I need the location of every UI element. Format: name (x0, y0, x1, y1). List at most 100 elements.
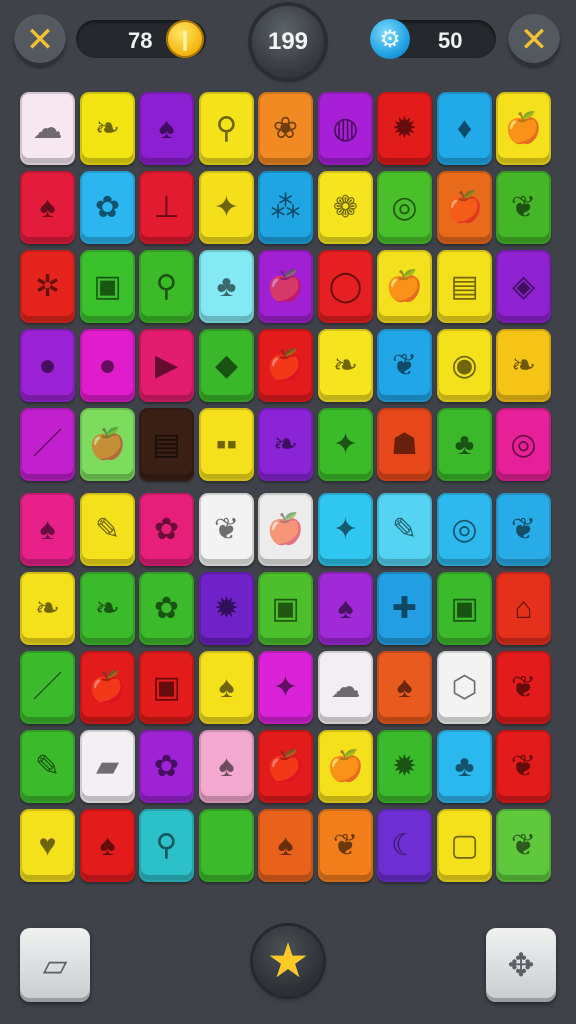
tile[interactable]: ♠ (139, 92, 194, 165)
tile[interactable]: ♠ (20, 171, 75, 244)
tile[interactable]: 🍎 (80, 408, 135, 481)
tile[interactable]: ♠ (318, 572, 373, 645)
tile[interactable]: ❧ (496, 329, 551, 402)
tile[interactable]: ▪▪ (199, 408, 254, 481)
tile[interactable]: ／ (20, 408, 75, 481)
tile[interactable]: ⬡ (437, 651, 492, 724)
eraser-button[interactable]: ▱ (20, 928, 90, 1002)
tile[interactable]: ☁ (20, 92, 75, 165)
tile[interactable]: 🍎 (258, 493, 313, 566)
tile[interactable]: 🍎 (258, 250, 313, 323)
tile[interactable]: ♦ (437, 92, 492, 165)
tile[interactable]: ✿ (139, 493, 194, 566)
tile[interactable]: ❧ (318, 329, 373, 402)
tile[interactable]: ▶ (139, 329, 194, 402)
tile[interactable]: 🍎 (318, 730, 373, 803)
star-button[interactable]: ★ (253, 926, 323, 996)
tile[interactable]: ▤ (139, 408, 194, 481)
tile[interactable]: ✦ (318, 493, 373, 566)
tile[interactable]: 🍎 (258, 329, 313, 402)
tile[interactable]: ✦ (199, 171, 254, 244)
tile[interactable]: ❦ (377, 329, 432, 402)
tile[interactable]: ✎ (20, 730, 75, 803)
shuffle-button[interactable]: ✥ (486, 928, 556, 1002)
tile[interactable]: ✿ (139, 572, 194, 645)
tile[interactable]: ♠ (199, 651, 254, 724)
tile[interactable]: ❧ (80, 572, 135, 645)
tile[interactable]: ❦ (496, 493, 551, 566)
tile[interactable]: 🍎 (258, 730, 313, 803)
tile[interactable]: ❦ (496, 809, 551, 882)
gear-icon[interactable]: ⚙ (370, 19, 410, 59)
tile[interactable]: ⚲ (139, 250, 194, 323)
tile[interactable]: ✹ (377, 730, 432, 803)
tile[interactable]: ♣ (437, 730, 492, 803)
tile[interactable]: ◆ (199, 329, 254, 402)
tile[interactable]: ⊥ (139, 171, 194, 244)
tile[interactable]: ❦ (496, 171, 551, 244)
tile-icon: ✿ (94, 190, 121, 224)
tile[interactable]: ♠ (258, 809, 313, 882)
tile-icon: ❧ (510, 348, 537, 382)
tile[interactable]: ☾ (377, 809, 432, 882)
tile[interactable]: ♠ (20, 493, 75, 566)
tile[interactable]: ✹ (377, 92, 432, 165)
tile[interactable]: ● (80, 329, 135, 402)
close-right-button[interactable]: ✕ (508, 14, 560, 66)
tile[interactable]: ◍ (318, 92, 373, 165)
tile[interactable]: ✿ (80, 171, 135, 244)
tile[interactable]: ▣ (139, 651, 194, 724)
tile[interactable]: ⌂ (496, 572, 551, 645)
tile[interactable]: ◈ (496, 250, 551, 323)
tile[interactable]: ◉ (437, 329, 492, 402)
tile[interactable]: ❧ (20, 572, 75, 645)
tile[interactable]: ◯ (318, 250, 373, 323)
tile[interactable]: ✎ (80, 493, 135, 566)
tile[interactable]: ／ (20, 651, 75, 724)
tile[interactable]: ❦ (199, 493, 254, 566)
tile[interactable]: ✿ (139, 730, 194, 803)
tile[interactable]: ▣ (80, 250, 135, 323)
tile[interactable] (199, 809, 254, 882)
tile[interactable]: ✦ (318, 408, 373, 481)
tile[interactable]: ▣ (437, 572, 492, 645)
tile[interactable]: ☁ (318, 651, 373, 724)
tile[interactable]: ♣ (437, 408, 492, 481)
tile[interactable]: ⁂ (258, 171, 313, 244)
tile[interactable]: 🍎 (496, 92, 551, 165)
tile[interactable]: ⚲ (199, 92, 254, 165)
tile[interactable]: ♠ (377, 651, 432, 724)
tile[interactable]: ● (20, 329, 75, 402)
tile[interactable]: ▰ (80, 730, 135, 803)
tile[interactable]: ☗ (377, 408, 432, 481)
tile[interactable]: ❦ (318, 809, 373, 882)
tile[interactable]: ❧ (258, 408, 313, 481)
tile[interactable]: 🍎 (437, 171, 492, 244)
tile[interactable]: 🍎 (377, 250, 432, 323)
tile[interactable]: ▣ (258, 572, 313, 645)
tile-icon: ▰ (95, 749, 120, 783)
tile[interactable]: ❀ (258, 92, 313, 165)
tile[interactable]: ❦ (496, 651, 551, 724)
tile-icon: ✹ (213, 591, 240, 625)
tile[interactable]: ♠ (80, 809, 135, 882)
tile[interactable]: ❦ (496, 730, 551, 803)
tile[interactable]: ◎ (437, 493, 492, 566)
tile[interactable]: ✚ (377, 572, 432, 645)
tile[interactable]: ⚲ (139, 809, 194, 882)
tile[interactable]: ♣ (199, 250, 254, 323)
close-left-button[interactable]: ✕ (14, 14, 66, 66)
tile[interactable]: ▤ (437, 250, 492, 323)
tile[interactable]: 🍎 (80, 651, 135, 724)
tile[interactable]: ✦ (258, 651, 313, 724)
tile[interactable]: ◎ (496, 408, 551, 481)
tile[interactable]: ▢ (437, 809, 492, 882)
tile[interactable]: ◎ (377, 171, 432, 244)
tile[interactable]: ✲ (20, 250, 75, 323)
tile[interactable]: ♥ (20, 809, 75, 882)
tile[interactable]: ♠ (199, 730, 254, 803)
tile[interactable]: ✎ (377, 493, 432, 566)
tile[interactable]: ❁ (318, 171, 373, 244)
tile[interactable]: ❧ (80, 92, 135, 165)
tile[interactable]: ✹ (199, 572, 254, 645)
